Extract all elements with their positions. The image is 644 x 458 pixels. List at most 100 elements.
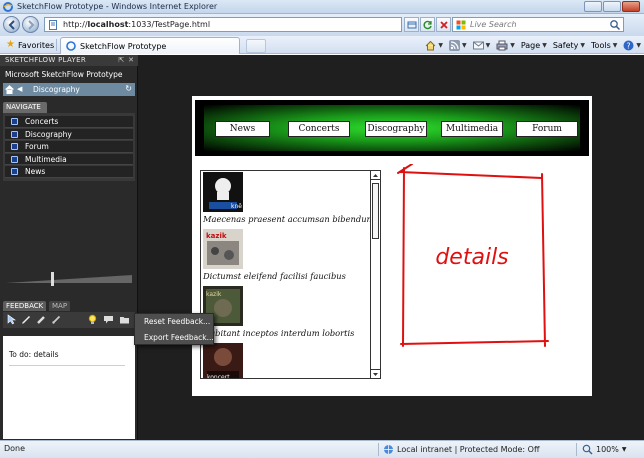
feedback-context-menu: Reset Feedback... Export Feedback...: [134, 313, 214, 345]
new-tab-button[interactable]: [246, 39, 266, 53]
marker-icon[interactable]: [36, 314, 47, 325]
favorites-button[interactable]: ★ Favorites: [3, 38, 57, 52]
feedback-notes-area[interactable]: To do: details: [3, 336, 135, 439]
help-icon: ?: [623, 40, 634, 50]
nav-item-label: Concerts: [25, 117, 59, 126]
discography-list[interactable]: knê Maecenas praesent accumsan bibendum …: [200, 170, 381, 379]
export-feedback-menu-item[interactable]: Export Feedback...: [135, 330, 214, 345]
mail-command[interactable]: ▼: [472, 40, 491, 51]
chevron-down-icon: ▼: [636, 41, 641, 49]
page-icon: [49, 20, 57, 30]
player-header-label: SKETCHFLOW PLAYER: [5, 56, 86, 64]
status-separator: [576, 443, 577, 456]
back-button[interactable]: [3, 16, 20, 33]
back-arrow-icon: [8, 20, 15, 30]
menu-button-news[interactable]: News: [215, 121, 270, 137]
popout-icon[interactable]: ⇱: [118, 56, 124, 64]
eraser-icon[interactable]: [51, 314, 62, 325]
favorites-label: Favorites: [17, 40, 55, 50]
feeds-command[interactable]: ▼: [448, 39, 467, 51]
back-icon[interactable]: ◀: [17, 85, 22, 93]
tab-navigate[interactable]: NAVIGATE: [3, 102, 47, 113]
favorites-separator: [56, 39, 57, 51]
nav-item-multimedia[interactable]: Multimedia: [5, 153, 133, 165]
nav-item-forum[interactable]: Forum: [5, 141, 133, 153]
list-item[interactable]: kazik Habitant inceptos interdum loborti…: [201, 286, 371, 344]
lightbulb-icon[interactable]: [87, 314, 98, 325]
list-item-caption: Maecenas praesent accumsan bibendum: [203, 214, 375, 224]
help-menu[interactable]: ? ▼: [623, 40, 641, 51]
forward-button[interactable]: [22, 16, 39, 33]
close-icon[interactable]: ✕: [128, 56, 134, 64]
select-arrow-icon[interactable]: [6, 314, 17, 325]
feedback-divider: [9, 365, 125, 366]
menu-button-discography[interactable]: Discography: [365, 121, 427, 137]
stop-button[interactable]: [436, 17, 451, 32]
refresh-button[interactable]: [420, 17, 435, 32]
search-input[interactable]: Live Search: [452, 17, 624, 32]
list-item-caption: Habitant inceptos interdum lobortis: [203, 328, 355, 338]
menu-button-multimedia[interactable]: Multimedia: [441, 121, 503, 137]
window-title-bar: SketchFlow Prototype - Windows Internet …: [0, 0, 644, 14]
nav-item-discography[interactable]: Discography: [5, 128, 133, 140]
security-zone[interactable]: Local intranet | Protected Mode: Off: [383, 444, 539, 455]
print-command[interactable]: ▼: [496, 40, 515, 51]
details-sketch-label: details: [435, 245, 508, 270]
scroll-up-button[interactable]: [371, 171, 380, 180]
nav-item-news[interactable]: News: [5, 166, 133, 178]
refresh-icon[interactable]: ↻: [125, 84, 132, 93]
home-icon[interactable]: [5, 85, 14, 94]
stop-icon: [440, 21, 448, 29]
details-placeholder-sketch: details: [397, 164, 549, 347]
close-window-button[interactable]: [622, 1, 640, 12]
album-cover-image: koncert: [203, 343, 243, 379]
player-header: SKETCHFLOW PLAYER ⇱ ✕: [0, 55, 138, 66]
chevron-down-icon: ▼: [612, 41, 618, 49]
nav-item-label: Forum: [25, 142, 49, 151]
tools-menu[interactable]: Tools ▼: [591, 41, 617, 50]
chevron-down-icon: ▼: [580, 41, 586, 49]
page-menu[interactable]: Page ▼: [521, 41, 547, 50]
address-bar[interactable]: http://localhost:1033/TestPage.html: [44, 17, 402, 32]
search-icon[interactable]: [609, 19, 621, 31]
menu-button-forum[interactable]: Forum: [516, 121, 578, 137]
tab-map[interactable]: MAP: [49, 301, 71, 311]
zoom-level[interactable]: 100% ▼: [582, 444, 627, 455]
safety-menu[interactable]: Safety ▼: [553, 41, 585, 50]
compatibility-button[interactable]: [404, 17, 419, 32]
security-zone-label: Local intranet | Protected Mode: Off: [397, 445, 540, 454]
home-command[interactable]: ▼: [425, 40, 443, 51]
tab-sketchflow-prototype[interactable]: SketchFlow Prototype: [60, 37, 240, 54]
maximize-button[interactable]: [603, 1, 621, 12]
address-url: http://localhost:1033/TestPage.html: [63, 20, 211, 29]
folder-icon[interactable]: [119, 314, 130, 325]
print-icon: [496, 40, 508, 50]
list-item[interactable]: knê Maecenas praesent accumsan bibendum: [201, 172, 375, 230]
comment-icon[interactable]: [103, 314, 114, 325]
chevron-down-icon: ▼: [461, 41, 467, 49]
nav-item-concerts[interactable]: Concerts: [5, 116, 133, 128]
screen-icon: [11, 118, 18, 125]
chevron-down-icon: ▼: [485, 41, 491, 49]
site-header-banner: News Concerts Discography Multimedia For…: [195, 100, 589, 156]
tab-feedback[interactable]: FEEDBACK: [3, 301, 47, 311]
nav-item-label: News: [25, 167, 46, 176]
status-text: Done: [4, 444, 26, 453]
menu-button-concerts[interactable]: Concerts: [288, 121, 350, 137]
album-cover-text: koncert: [207, 374, 230, 379]
album-cover-image: kazik: [203, 229, 243, 269]
list-scrollbar[interactable]: [370, 171, 380, 378]
pen-icon[interactable]: [21, 314, 32, 325]
window-title: SketchFlow Prototype - Windows Internet …: [17, 2, 218, 11]
zoom-slider-thumb[interactable]: [51, 272, 54, 286]
reset-feedback-menu-item[interactable]: Reset Feedback...: [135, 314, 213, 329]
list-item[interactable]: koncert: [201, 343, 371, 379]
list-item[interactable]: kazik Dictumst eleifend facilisi faucibu…: [201, 229, 371, 287]
screen-icon: [11, 168, 18, 175]
intranet-globe-icon: [384, 445, 393, 454]
screen-icon: [11, 143, 18, 150]
minimize-button[interactable]: [584, 1, 602, 12]
zoom-slider[interactable]: [6, 272, 132, 286]
scroll-down-button[interactable]: [371, 369, 380, 378]
scroll-thumb[interactable]: [372, 183, 379, 239]
